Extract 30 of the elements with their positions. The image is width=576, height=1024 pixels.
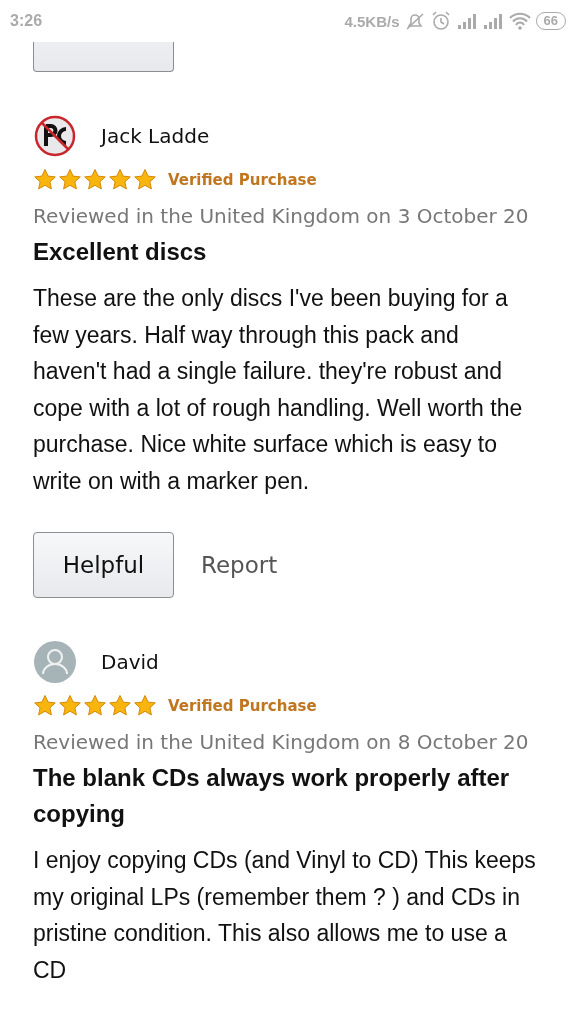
star-icon [133,694,157,718]
review-title: Excellent discs [33,237,208,267]
signal-icon [481,12,504,30]
report-link[interactable]: Report [201,552,278,578]
wifi-icon [507,11,532,31]
helpful-button[interactable]: Helpful [33,532,174,598]
logo-avatar-icon [33,114,77,158]
review-text: These are the only discs I've been buying for a few years. Half way through this pack and haven't had a single failure. they're robust and cope with a lot of rough handling. Well worth the purchase. Nice white surface which is easy to write on with a marker pen. [33,284,524,496]
reviewer-name: Jack Ladde [101,124,210,148]
review-title: The blank CDs always work properly after copying [33,763,511,829]
star-icon [133,168,157,192]
star-icon [108,694,132,718]
verified-purchase-label: Verified Purchase [168,697,317,715]
clock-time: 3:26 [10,12,43,30]
review-date: Reviewed in the United Kingdom on 8 October 20 [33,730,530,754]
star-icon [108,168,132,192]
helpful-button[interactable] [33,42,174,72]
star-icon [58,168,82,192]
signal-icon [455,12,478,30]
network-speed: 4.5KB/s [344,12,400,30]
star-icon [58,694,82,718]
star-icon [83,168,107,192]
review-date: Reviewed in the United Kingdom on 3 October 20 [33,204,530,228]
star-icon [33,168,57,192]
star-icon [83,694,107,718]
star-icon [33,694,57,718]
review-text: I enjoy copying CDs (and Vinyl to CD) This keeps my original LPs (remember them ? ) and CDs in pristine condition. This also allows me to use a CD [33,846,537,985]
verified-purchase-label: Verified Purchase [168,171,317,189]
reviewer-name: David [101,650,159,674]
user-avatar-icon [33,640,77,684]
